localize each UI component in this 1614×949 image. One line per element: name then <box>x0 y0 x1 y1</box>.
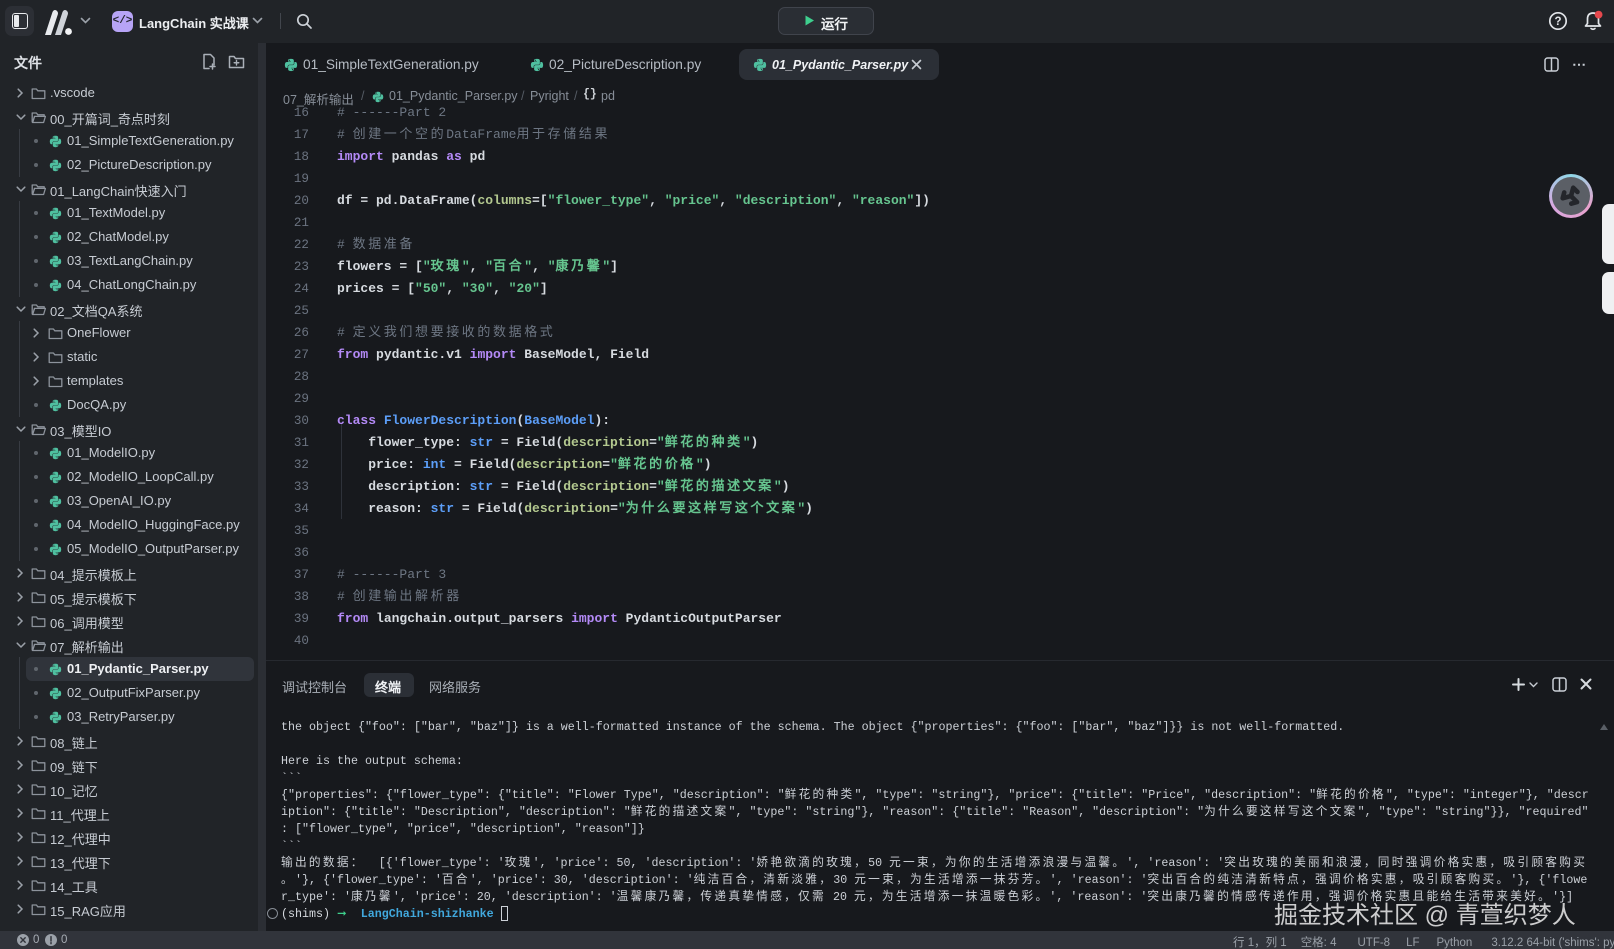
svg-text:?: ? <box>1554 16 1561 28</box>
